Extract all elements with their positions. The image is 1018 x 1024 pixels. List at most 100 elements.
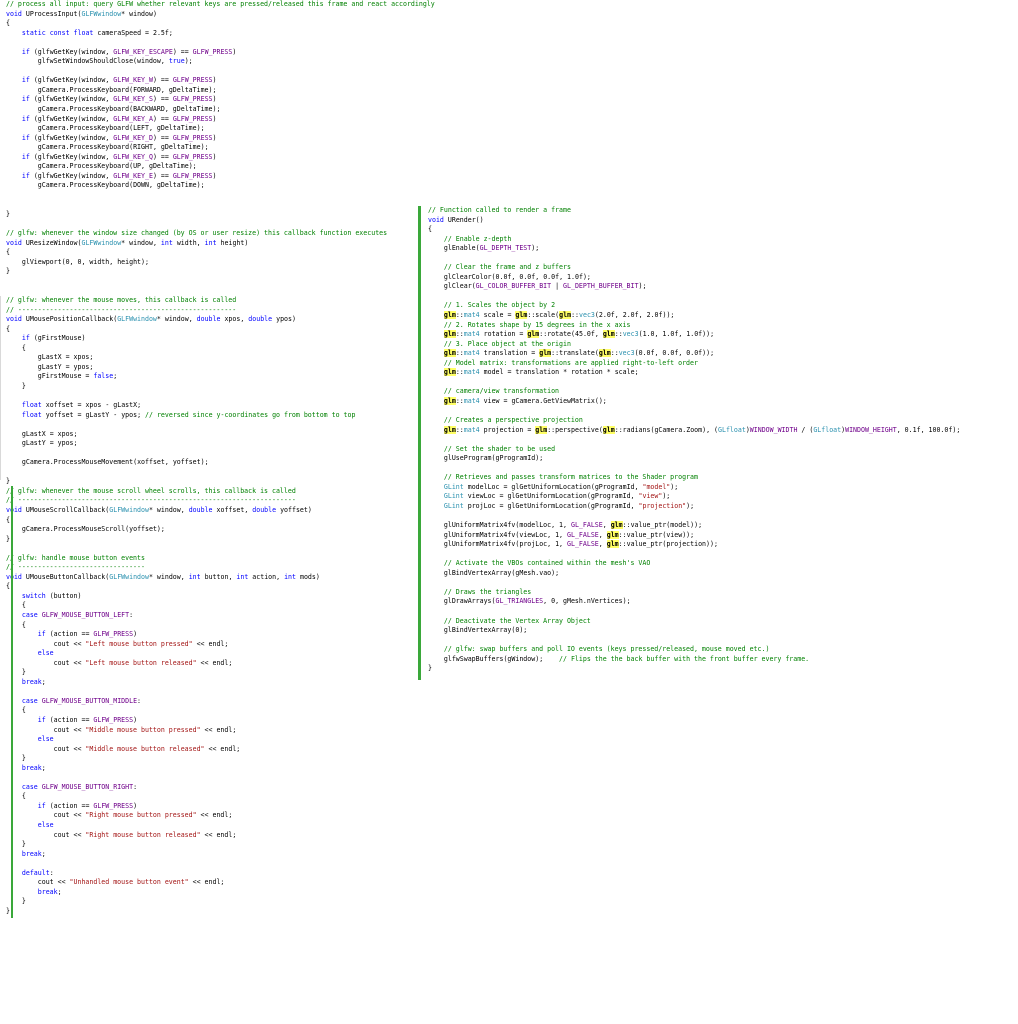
left-code-line (6, 200, 424, 210)
left-code-line (6, 544, 424, 554)
left-code-line: } (6, 381, 26, 390)
right-code-line: glClearColor(0.0f, 0.0f, 0.0f, 1.0f); (443, 272, 591, 281)
left-code-line: void UMouseButtonCallback(GLFWwindow* wi… (6, 572, 320, 581)
left-code-line: // glfw: whenever the mouse moves, this … (6, 295, 237, 304)
left-code-line: // -------------------------------------… (6, 305, 237, 314)
left-code-line: void UProcessInput(GLFWwindow* window) (6, 9, 157, 18)
left-code-line: { (6, 582, 10, 591)
left-code-line (6, 67, 424, 77)
left-code-line: gCamera.ProcessKeyboard(BACKWARD, gDelta… (37, 105, 221, 114)
left-code-line: glViewport(0, 0, width, height); (21, 257, 149, 266)
left-code-line: gCamera.ProcessMouseScroll(yoffset); (21, 525, 165, 534)
right-code-line: glm::mat4 scale = glm::scale(glm::vec3(2… (443, 311, 675, 320)
right-code-line: glUseProgram(gProgramId); (443, 454, 544, 463)
right-code-line: // Model matrix: transformations are app… (443, 358, 698, 367)
left-code-line: gCamera.ProcessKeyboard(FORWARD, gDeltaT… (37, 85, 217, 94)
left-code-line: case GLFW_MOUSE_BUTTON_MIDDLE: (21, 696, 142, 705)
left-code-line: { (6, 601, 26, 610)
right-code-line: glClear(GL_COLOR_BUFFER_BIT | GL_DEPTH_B… (443, 282, 647, 291)
right-code-line: GLint projLoc = glGetUniformLocation(gPr… (443, 501, 695, 510)
left-code-line: static const float cameraSpeed = 2.5f; (21, 28, 173, 37)
right-code-line (428, 406, 1018, 416)
right-code-panel: // Function called to render a frame void… (420, 206, 1018, 674)
left-code-line: } (6, 534, 10, 543)
right-code-line: } (428, 664, 432, 673)
left-code-line: if (glfwGetKey(window, GLFW_KEY_Q) == GL… (21, 152, 217, 161)
right-code-line (428, 254, 1018, 264)
left-code-line: { (6, 343, 26, 352)
left-code-line: if (glfwGetKey(window, GLFW_KEY_E) == GL… (21, 171, 217, 180)
left-code-line: } (6, 210, 10, 219)
left-code-line: default: (21, 868, 54, 877)
left-code-line (6, 191, 424, 201)
right-code-line (428, 636, 1018, 646)
left-code-line: break; (21, 849, 46, 858)
left-code-line: gLastY = ypos; (37, 362, 94, 371)
left-code-line: void UMousePositionCallback(GLFWwindow* … (6, 315, 296, 324)
left-code-line: gLastX = xpos; (21, 429, 78, 438)
left-code-line (6, 773, 424, 783)
left-code-line: } (6, 668, 26, 677)
left-code-line: case GLFW_MOUSE_BUTTON_RIGHT: (21, 782, 138, 791)
right-code-line: glDrawArrays(GL_TRIANGLES, 0, gMesh.nVer… (443, 597, 631, 606)
right-code-line: // 1. Scales the object by 2 (443, 301, 556, 310)
left-code-line: glfwSetWindowShouldClose(window, true); (37, 57, 193, 66)
right-code-line (428, 578, 1018, 588)
left-code-line: else (37, 649, 54, 658)
left-code-line: } (6, 477, 10, 486)
left-code-line: cout << "Right mouse button released" <<… (53, 830, 237, 839)
right-code-line: // Creates a perspective projection (443, 416, 583, 425)
left-code-line: else (37, 735, 54, 744)
left-code-line: // glfw: whenever the window size change… (6, 229, 388, 238)
left-code-line: if (action == GLFW_PRESS) (37, 801, 138, 810)
right-code-line (428, 550, 1018, 560)
left-code-line: cout << "Right mouse button pressed" << … (53, 811, 233, 820)
left-code-line: cout << "Middle mouse button pressed" <<… (53, 725, 237, 734)
left-code-line: case GLFW_MOUSE_BUTTON_LEFT: (21, 611, 134, 619)
left-code-line: switch (button) (21, 591, 82, 600)
left-code-line: // glfw: handle mouse button events (6, 553, 145, 562)
right-code-line: // Retrieves and passes transform matric… (443, 473, 698, 482)
left-code-line (6, 277, 424, 287)
left-code-line: { (6, 19, 10, 28)
right-code-line: glUniformMatrix4fv(modelLoc, 1, GL_FALSE… (443, 521, 703, 530)
right-code-line: GLint modelLoc = glGetUniformLocation(gP… (443, 482, 679, 491)
left-code-line: break; (21, 677, 46, 686)
right-code-line: glUniformMatrix4fv(viewLoc, 1, GL_FALSE,… (443, 530, 695, 539)
left-code-line: } (6, 840, 26, 849)
left-code-line: } (6, 267, 10, 276)
left-code-line (6, 468, 424, 478)
left-code-line (6, 449, 424, 459)
left-code-line: break; (37, 887, 62, 896)
left-code-line: // -------------------------------- (6, 563, 145, 572)
right-code-line (428, 512, 1018, 522)
left-code-line: if (action == GLFW_PRESS) (37, 716, 138, 725)
left-code-line: { (6, 620, 26, 629)
left-code-line: if (action == GLFW_PRESS) (37, 630, 138, 639)
right-code-line: glEnable(GL_DEPTH_TEST); (443, 244, 540, 253)
left-code-line: void UResizeWindow(GLFWwindow* window, i… (6, 238, 249, 247)
left-code-panel: // process all input: query GLFW whether… (0, 0, 435, 917)
left-code-line (6, 220, 424, 230)
left-code-line: gFirstMouse = false; (37, 372, 118, 381)
right-code-line: // 2. Rotates shape by 15 degrees in the… (443, 320, 631, 329)
left-code-line: cout << "Left mouse button pressed" << e… (53, 639, 229, 648)
left-code-line: cout << "Left mouse button released" << … (53, 658, 233, 667)
right-code-line: // Deactivate the Vertex Array Object (443, 616, 591, 625)
left-code-line: { (6, 706, 26, 715)
left-code-line (6, 420, 424, 430)
right-code-line: glBindVertexArray(0); (443, 626, 528, 635)
left-code-line: break; (21, 763, 46, 772)
right-code-line: // camera/view transformation (443, 387, 560, 396)
left-code-line (6, 38, 424, 48)
right-code-line (428, 464, 1018, 474)
left-code-line: cout << "Unhandled mouse button event" <… (37, 878, 225, 887)
right-code-line: glUniformMatrix4fv(projLoc, 1, GL_FALSE,… (443, 540, 718, 549)
left-code-line: { (6, 515, 10, 524)
right-code-line: void URender() (428, 215, 484, 224)
left-code-line: if (glfwGetKey(window, GLFW_KEY_D) == GL… (21, 133, 217, 142)
left-code-line: // -------------------------------------… (6, 496, 296, 505)
left-code-line: { (6, 324, 10, 333)
left-code-line: { (6, 248, 10, 257)
right-code-line: glfwSwapBuffers(gWindow); // Flips the t… (443, 654, 810, 663)
